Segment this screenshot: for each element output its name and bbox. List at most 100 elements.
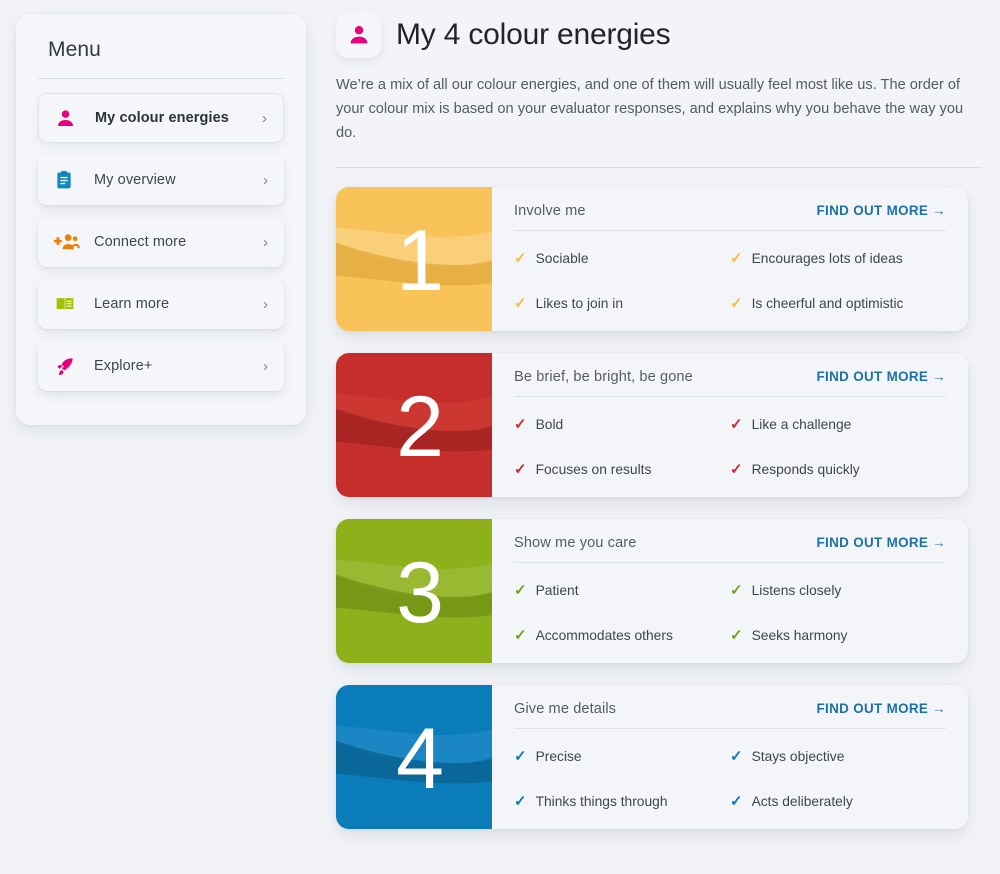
- trait-item: ✓ Encourages lots of ideas: [730, 251, 946, 266]
- energy-card-body: Show me you care FIND OUT MORE → ✓ Patie…: [492, 519, 968, 663]
- energy-card-header: Involve me FIND OUT MORE →: [514, 203, 946, 219]
- chevron-right-icon: ›: [263, 295, 268, 313]
- energy-card: 1 Involve me FIND OUT MORE → ✓ Sociable …: [336, 187, 968, 332]
- rocket-icon: [54, 356, 84, 377]
- sidebar-item-label: Learn more: [94, 296, 170, 312]
- trait-item: ✓ Seeks harmony: [730, 628, 946, 643]
- trait-label: Acts deliberately: [751, 794, 853, 810]
- trait-label: Listens closely: [751, 583, 842, 599]
- page-title: My 4 colour energies: [396, 18, 671, 51]
- trait-item: ✓ Bold: [514, 417, 730, 432]
- main-content: My 4 colour energies We’re a mix of all …: [334, 0, 1000, 874]
- trait-label: Stays objective: [751, 749, 845, 765]
- energy-rank-number: 1: [396, 213, 444, 310]
- find-out-more-link[interactable]: FIND OUT MORE →: [817, 535, 946, 550]
- sidebar-item-learn-more[interactable]: Learn more ›: [38, 279, 284, 329]
- energy-rank-number: 2: [396, 379, 444, 476]
- check-icon: ✓: [730, 627, 743, 645]
- energy-card-body: Give me details FIND OUT MORE → ✓ Precis…: [492, 685, 968, 829]
- sidebar-nav-list: My colour energies › My overview › Connect…: [38, 93, 284, 391]
- energy-card-title: Involve me: [514, 203, 586, 220]
- energy-rank-number: 3: [396, 545, 444, 642]
- sidebar-item-connect-more[interactable]: Connect more ›: [38, 217, 284, 267]
- rocket-icon: [57, 357, 73, 375]
- sidebar-container: Menu My colour energies › My overview › Co…: [0, 0, 334, 874]
- add-people-icon: [54, 234, 80, 250]
- energy-card-body: Involve me FIND OUT MORE → ✓ Sociable ✓ …: [492, 187, 968, 331]
- add-people-icon: [54, 232, 84, 252]
- trait-label: Encourages lots of ideas: [751, 251, 903, 267]
- energy-rank-number: 4: [396, 711, 444, 808]
- check-icon: ✓: [514, 416, 527, 434]
- sidebar-item-explore[interactable]: Explore+ ›: [38, 341, 284, 391]
- page-root: Menu My colour energies › My overview › Co…: [0, 0, 1000, 874]
- trait-label: Focuses on results: [535, 462, 652, 478]
- trait-label: Sociable: [535, 251, 589, 267]
- open-book-icon: [56, 298, 74, 310]
- sidebar: Menu My colour energies › My overview › Co…: [16, 14, 306, 425]
- energy-card-header: Show me you care FIND OUT MORE →: [514, 535, 946, 551]
- trait-label: Seeks harmony: [751, 628, 848, 644]
- clipboard-icon: [54, 170, 84, 190]
- chevron-right-icon: ›: [262, 109, 267, 127]
- energy-card-title: Show me you care: [514, 535, 637, 552]
- energy-card-body: Be brief, be bright, be gone FIND OUT MO…: [492, 353, 968, 497]
- chevron-right-icon: ›: [263, 357, 268, 375]
- clipboard-icon: [57, 170, 71, 189]
- energy-traits-grid: ✓ Bold ✓ Like a challenge ✓ Focuses on r…: [514, 397, 946, 477]
- trait-item: ✓ Stays objective: [730, 749, 946, 764]
- person-icon: [57, 109, 74, 126]
- trait-label: Precise: [535, 749, 582, 765]
- sidebar-divider: [38, 78, 284, 79]
- sidebar-item-label: Connect more: [94, 234, 187, 250]
- sidebar-item-label: Explore+: [94, 358, 153, 374]
- check-icon: ✓: [514, 461, 527, 479]
- energy-card-list: 1 Involve me FIND OUT MORE → ✓ Sociable …: [336, 187, 985, 830]
- check-icon: ✓: [730, 416, 743, 434]
- trait-item: ✓ Listens closely: [730, 583, 946, 598]
- find-out-more-link[interactable]: FIND OUT MORE →: [817, 369, 946, 384]
- trait-item: ✓ Sociable: [514, 251, 730, 266]
- trait-label: Bold: [535, 417, 564, 433]
- sidebar-item-label: My overview: [94, 172, 176, 188]
- trait-item: ✓ Responds quickly: [730, 462, 946, 477]
- check-icon: ✓: [514, 295, 527, 313]
- energy-rank-tile: 1: [336, 187, 492, 332]
- energy-card-title: Give me details: [514, 701, 617, 718]
- find-out-more-link[interactable]: FIND OUT MORE →: [817, 203, 946, 218]
- trait-item: ✓ Accommodates others: [514, 628, 730, 643]
- trait-item: ✓ Like a challenge: [730, 417, 946, 432]
- find-out-more-link[interactable]: FIND OUT MORE →: [817, 701, 946, 716]
- trait-item: ✓ Patient: [514, 583, 730, 598]
- trait-item: ✓ Likes to join in: [514, 296, 730, 311]
- trait-item: ✓ Focuses on results: [514, 462, 730, 477]
- trait-label: Accommodates others: [535, 628, 673, 644]
- energy-traits-grid: ✓ Patient ✓ Listens closely ✓ Accommodat…: [514, 563, 946, 643]
- energy-card: 4 Give me details FIND OUT MORE → ✓ Prec…: [336, 685, 968, 830]
- check-icon: ✓: [730, 793, 743, 811]
- energy-traits-grid: ✓ Precise ✓ Stays objective ✓ Thinks thi…: [514, 729, 946, 809]
- sidebar-item-my-overview[interactable]: My overview ›: [38, 155, 284, 205]
- check-icon: ✓: [730, 748, 743, 766]
- check-icon: ✓: [730, 250, 743, 268]
- trait-label: Patient: [535, 583, 579, 599]
- trait-item: ✓ Thinks things through: [514, 794, 730, 809]
- energy-rank-tile: 3: [336, 519, 492, 664]
- trait-label: Like a challenge: [751, 417, 852, 433]
- energy-card-header: Be brief, be bright, be gone FIND OUT MO…: [514, 369, 946, 385]
- page-header: My 4 colour energies: [336, 10, 985, 58]
- check-icon: ✓: [730, 461, 743, 479]
- page-title-badge: [336, 12, 382, 58]
- energy-traits-grid: ✓ Sociable ✓ Encourages lots of ideas ✓ …: [514, 231, 946, 311]
- sidebar-item-my-colour-energies[interactable]: My colour energies ›: [38, 93, 284, 143]
- sidebar-title: Menu: [48, 38, 101, 61]
- trait-item: ✓ Precise: [514, 749, 730, 764]
- check-icon: ✓: [514, 582, 527, 600]
- trait-item: ✓ Acts deliberately: [730, 794, 946, 809]
- trait-item: ✓ Is cheerful and optimistic: [730, 296, 946, 311]
- check-icon: ✓: [730, 295, 743, 313]
- chevron-right-icon: ›: [263, 171, 268, 189]
- trait-label: Responds quickly: [751, 462, 860, 478]
- person-icon: [55, 108, 85, 129]
- chevron-right-icon: ›: [263, 233, 268, 251]
